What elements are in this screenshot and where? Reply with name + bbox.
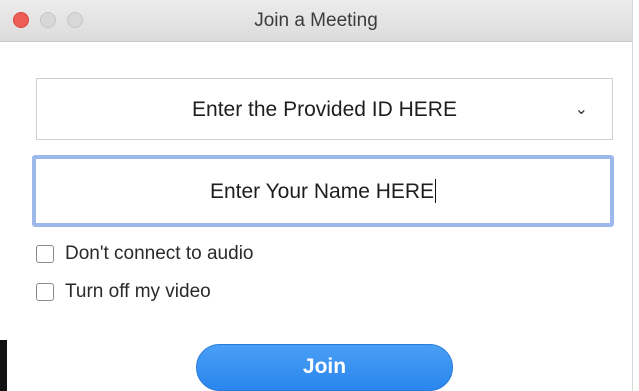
title-bar: Join a Meeting bbox=[0, 0, 632, 42]
background-edge bbox=[0, 340, 7, 391]
turn-off-video-checkbox[interactable] bbox=[36, 283, 54, 301]
text-caret bbox=[435, 179, 437, 203]
window-edge bbox=[632, 0, 639, 391]
name-input[interactable]: Enter Your Name HERE bbox=[32, 155, 614, 227]
join-meeting-window: Join a Meeting Enter the Provided ID HER… bbox=[0, 0, 639, 391]
meeting-id-value: Enter the Provided ID HERE bbox=[192, 98, 457, 121]
turn-off-video-label[interactable]: Turn off my video bbox=[65, 281, 211, 303]
chevron-down-icon[interactable]: ⌄ bbox=[575, 99, 588, 119]
meeting-id-select[interactable]: Enter the Provided ID HERE ⌄ bbox=[36, 78, 613, 140]
join-button[interactable]: Join bbox=[196, 344, 453, 391]
dont-connect-audio-label[interactable]: Don't connect to audio bbox=[65, 243, 253, 265]
window-title: Join a Meeting bbox=[254, 10, 378, 31]
name-input-value: Enter Your Name HERE bbox=[209, 180, 435, 203]
dont-connect-audio-checkbox[interactable] bbox=[36, 245, 54, 263]
name-input-text-line: Enter Your Name HERE bbox=[36, 179, 610, 204]
